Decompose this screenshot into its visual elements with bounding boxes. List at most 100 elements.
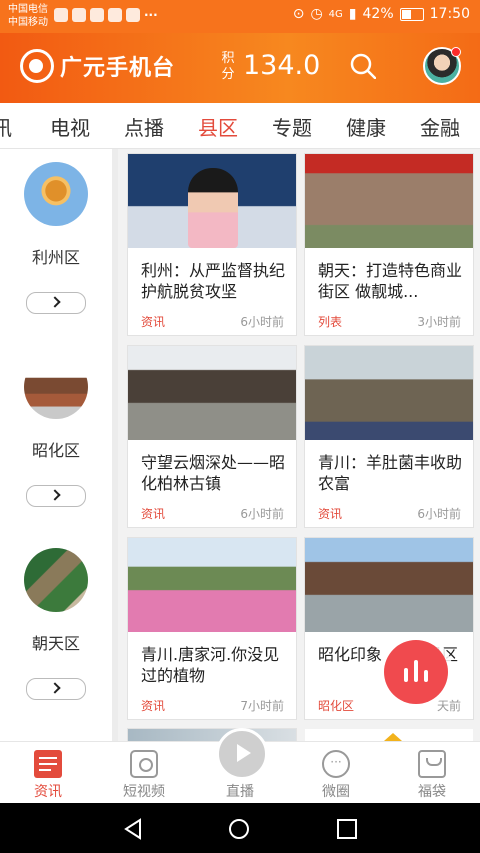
district-enter-button[interactable] xyxy=(26,292,86,314)
battery-icon xyxy=(399,7,424,21)
camera-icon xyxy=(130,750,158,778)
news-source: 昭化区 xyxy=(318,699,355,713)
district-sidebar: 利州区 昭化区 朝天区 xyxy=(0,149,118,741)
back-icon[interactable] xyxy=(122,818,144,840)
audio-button[interactable] xyxy=(384,640,448,704)
nav-label: 微圈 xyxy=(322,784,350,800)
news-card-partial[interactable] xyxy=(127,728,297,741)
news-card[interactable]: 昭化印象景区 昭化区 天前 xyxy=(304,537,474,720)
news-thumbnail xyxy=(305,538,473,632)
district-image[interactable] xyxy=(24,548,88,612)
news-source: 资讯 xyxy=(318,507,343,521)
carrier-info: 中国电信 中国移动 xyxy=(8,3,48,29)
district-enter-button[interactable] xyxy=(26,678,86,700)
news-time: 7小时前 xyxy=(240,699,284,713)
news-card[interactable]: 守望云烟深处——昭化柏林古镇 资讯 6小时前 xyxy=(127,345,297,528)
status-bar: 中国电信 中国移动 ··· ⊙ ◷ 4G ▮ 42% 17:50 xyxy=(0,0,480,33)
home-icon[interactable] xyxy=(228,818,250,840)
battery-percent: 42% xyxy=(362,6,394,22)
news-time: 6小时前 xyxy=(240,315,284,329)
chat-icon: ··· xyxy=(322,750,350,778)
news-card[interactable]: 利州：从严监督执纪 护航脱贫攻坚 资讯 6小时前 xyxy=(127,153,297,336)
bag-icon xyxy=(418,750,446,778)
news-time: 6小时前 xyxy=(240,507,284,521)
points-value[interactable]: 134.0 xyxy=(243,50,320,81)
news-card-partial[interactable] xyxy=(304,728,474,741)
news-card[interactable]: 青川.唐家河.你没见过的植物 资讯 7小时前 xyxy=(127,537,297,720)
nav-news[interactable]: 资讯 xyxy=(0,742,96,804)
nav-label: 短视频 xyxy=(123,784,165,800)
district-image[interactable] xyxy=(24,355,88,419)
tab-health[interactable]: 健康 xyxy=(346,112,386,141)
status-right: ⊙ ◷ 4G ▮ 42% 17:50 xyxy=(293,6,470,22)
tab-tv[interactable]: 电视 xyxy=(50,112,90,141)
nav-short-video[interactable]: 短视频 xyxy=(96,742,192,804)
district-item[interactable]: 利州区 xyxy=(0,162,112,314)
district-enter-button[interactable] xyxy=(26,485,86,507)
nav-circle[interactable]: ··· 微圈 xyxy=(288,742,384,804)
app-logo: 广元手机台 xyxy=(20,49,175,83)
news-title-head: 昭化印象 xyxy=(318,645,383,664)
news-time: 天前 xyxy=(436,699,461,713)
carrier-name: 中国移动 xyxy=(8,17,48,28)
notification-icons: ··· xyxy=(54,8,158,22)
carrier-name: 中国电信 xyxy=(8,4,48,15)
news-source: 资讯 xyxy=(141,315,166,329)
news-icon xyxy=(34,750,62,778)
news-thumbnail xyxy=(305,154,473,248)
alarm-icon: ◷ xyxy=(310,6,323,22)
nav-lucky-bag[interactable]: 福袋 xyxy=(384,742,480,804)
tab-topics[interactable]: 专题 xyxy=(272,112,312,141)
clock: 17:50 xyxy=(429,6,470,22)
signal-icon: ▮ xyxy=(348,6,357,22)
tab-county[interactable]: 县区 xyxy=(198,112,238,141)
bottom-nav: 资讯 短视频 直播 ··· 微圈 福袋 xyxy=(0,728,480,804)
dots-app-icon xyxy=(90,8,104,22)
notification-dot xyxy=(451,47,461,57)
drop-app-icon xyxy=(108,8,122,22)
network-type: 4G xyxy=(328,8,343,20)
news-app-icon xyxy=(126,8,140,22)
nav-label: 福袋 xyxy=(418,784,446,800)
nav-live[interactable]: 直播 xyxy=(192,728,288,804)
district-item[interactable]: 昭化区 xyxy=(0,355,112,507)
points-label: 积分 xyxy=(221,51,235,82)
news-title: 守望云烟深处——昭化柏林古镇 xyxy=(141,453,286,493)
logo-mark-icon xyxy=(20,49,54,83)
recents-icon[interactable] xyxy=(336,818,358,840)
news-card[interactable]: 朝天：打造特色商业街区 做靓城... 列表 3小时前 xyxy=(304,153,474,336)
news-thumbnail xyxy=(128,346,296,440)
play-icon xyxy=(216,728,268,780)
news-thumbnail xyxy=(128,538,296,632)
news-source: 列表 xyxy=(318,315,343,329)
news-title: 利州：从严监督执纪 护航脱贫攻坚 xyxy=(141,261,286,301)
news-card[interactable]: 青川：羊肚菌丰收助农富 资讯 6小时前 xyxy=(304,345,474,528)
district-name: 利州区 xyxy=(31,248,80,267)
news-title: 青川：羊肚菌丰收助农富 xyxy=(318,453,463,493)
location-icon: ⊙ xyxy=(292,6,305,22)
heart-app-icon xyxy=(54,8,68,22)
app-title: 广元手机台 xyxy=(60,56,176,81)
news-title: 朝天：打造特色商业街区 做靓城... xyxy=(318,261,463,301)
news-source: 资讯 xyxy=(141,507,166,521)
nav-label: 资讯 xyxy=(34,784,62,800)
news-thumbnail xyxy=(128,154,296,248)
tiktok-app-icon xyxy=(72,8,86,22)
district-image[interactable] xyxy=(24,162,88,226)
system-nav-bar xyxy=(0,803,480,853)
search-icon[interactable] xyxy=(350,53,376,79)
news-title: 青川.唐家河.你没见过的植物 xyxy=(141,645,280,685)
category-tabs: 讯 电视 点播 县区 专题 健康 金融 xyxy=(0,103,480,149)
district-name: 朝天区 xyxy=(31,634,80,653)
news-time: 3小时前 xyxy=(417,315,461,329)
news-thumbnail xyxy=(305,346,473,440)
district-name: 昭化区 xyxy=(31,441,80,460)
app-header: 广元手机台 积分 134.0 xyxy=(0,33,480,103)
tab-finance[interactable]: 金融 xyxy=(420,112,460,141)
news-source: 资讯 xyxy=(141,699,166,713)
district-item[interactable]: 朝天区 xyxy=(0,548,112,700)
tab-vod[interactable]: 点播 xyxy=(124,112,164,141)
nav-label: 直播 xyxy=(226,784,254,800)
tab-news-partial[interactable]: 讯 xyxy=(0,112,12,141)
more-notifications: ··· xyxy=(144,8,158,22)
